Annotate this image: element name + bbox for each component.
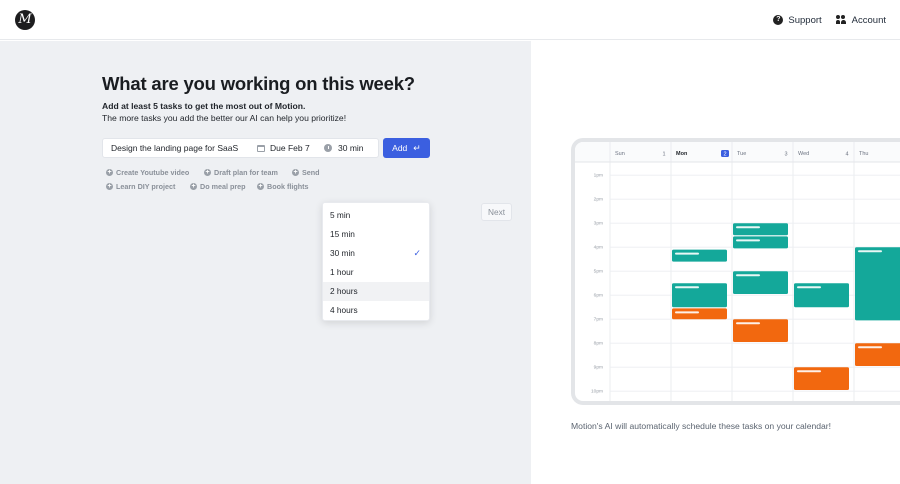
day-number: 2 [723,152,726,158]
event-title-bar [736,226,760,229]
duration-option[interactable]: 1 hour [323,263,429,282]
subtitle-bold: Add at least 5 tasks to get the most out… [102,101,306,111]
calendar-event [733,223,788,236]
due-date-picker[interactable]: Due Feb 7 [257,139,310,157]
enter-key-icon: ↵ [413,142,421,153]
day-name: Mon [676,151,688,157]
day-name: Sun [615,151,625,157]
event-title-bar [675,311,699,314]
plus-icon: + [204,169,211,176]
time-label: 9pm [594,365,603,371]
event-title-bar [736,274,760,277]
duration-dropdown: 5 min 15 min 30 min ✓ 1 hour 2 hours 4 ho… [322,202,430,321]
calendar-preview: Sun 1 Mon 2 Tue 3 Wed 4 Thu 1pm 2pm 3pm 4pm 5pm 6pm 7pm… [575,142,900,401]
calendar-event [672,249,727,262]
account-link[interactable]: Account [835,14,886,26]
duration-option[interactable]: 5 min [323,206,429,225]
event-title-bar [858,250,882,253]
support-link[interactable]: ? Support [773,14,822,26]
clock-icon [324,144,332,152]
onboarding-panel: What are you working on this week? Add a… [0,41,531,484]
suggestion-chip[interactable]: + Draft plan for team [204,168,278,177]
calendar-caption: Motion's AI will automatically schedule … [571,421,832,431]
plus-icon: + [106,169,113,176]
duration-option[interactable]: 4 hours [323,301,429,320]
event-title-bar [675,252,699,255]
calendar-event [672,308,727,320]
day-number: 4 [845,152,848,158]
time-label: 3pm [594,221,603,227]
event-title-bar [675,286,699,289]
calendar-event [855,247,900,321]
suggestion-chip[interactable]: + Send [292,168,320,177]
plus-icon: + [257,183,264,190]
task-entry-bar: Design the landing page for SaaS Due Feb… [102,138,379,158]
event-title-bar [736,239,760,242]
duration-option[interactable]: 15 min [323,225,429,244]
event-title-bar [797,370,821,373]
suggestion-chip[interactable]: + Create Youtube video [106,168,189,177]
duration-select[interactable]: 30 min [324,139,364,157]
account-icon [835,15,847,25]
time-label: 1pm [594,173,603,179]
add-task-button[interactable]: Add ↵ [383,138,430,158]
time-label: 6pm [594,293,603,299]
subtitle: The more tasks you add the better our AI… [102,113,347,123]
duration-option[interactable]: 2 hours [323,282,429,301]
page-title: What are you working on this week? [102,73,415,94]
event-title-bar [858,346,882,349]
top-bar: M ? Support Account [0,0,900,40]
time-label: 10pm [591,389,603,395]
task-name-input[interactable]: Design the landing page for SaaS [111,139,249,157]
suggestion-chip[interactable]: + Learn DIY project [106,182,175,191]
calendar-preview-panel: Sun 1 Mon 2 Tue 3 Wed 4 Thu 1pm 2pm 3pm 4pm 5pm 6pm 7pm… [531,41,900,484]
suggestion-chip[interactable]: + Book flights [257,182,309,191]
event-title-bar [797,286,821,289]
plus-icon: + [292,169,299,176]
plus-icon: + [190,183,197,190]
calendar-event [733,236,788,249]
time-label: 4pm [594,245,603,251]
time-label: 5pm [594,269,603,275]
due-date-label: Due Feb 7 [270,143,310,153]
motion-logo[interactable]: M [15,10,35,30]
calendar-icon [257,144,265,152]
time-label: 7pm [594,317,603,323]
suggestion-chip[interactable]: + Do meal prep [190,182,246,191]
duration-value: 30 min [338,143,364,153]
day-name: Wed [798,151,809,157]
day-name: Tue [737,151,746,157]
account-label: Account [851,14,886,26]
duration-option[interactable]: 30 min ✓ [323,244,429,263]
day-name: Thu [859,151,868,157]
check-icon: ✓ [413,248,421,258]
next-button[interactable]: Next [481,203,512,221]
time-label: 8pm [594,341,603,347]
top-nav: ? Support Account [773,0,886,40]
plus-icon: + [106,183,113,190]
support-label: Support [788,14,822,26]
time-label: 2pm [594,197,603,203]
add-label: Add [392,143,408,153]
calendar-preview-frame: Sun 1 Mon 2 Tue 3 Wed 4 Thu 1pm 2pm 3pm 4pm 5pm 6pm 7pm… [571,138,900,405]
day-number: 3 [784,152,787,158]
day-number: 1 [662,152,665,158]
event-title-bar [736,322,760,325]
help-icon: ? [773,15,784,25]
